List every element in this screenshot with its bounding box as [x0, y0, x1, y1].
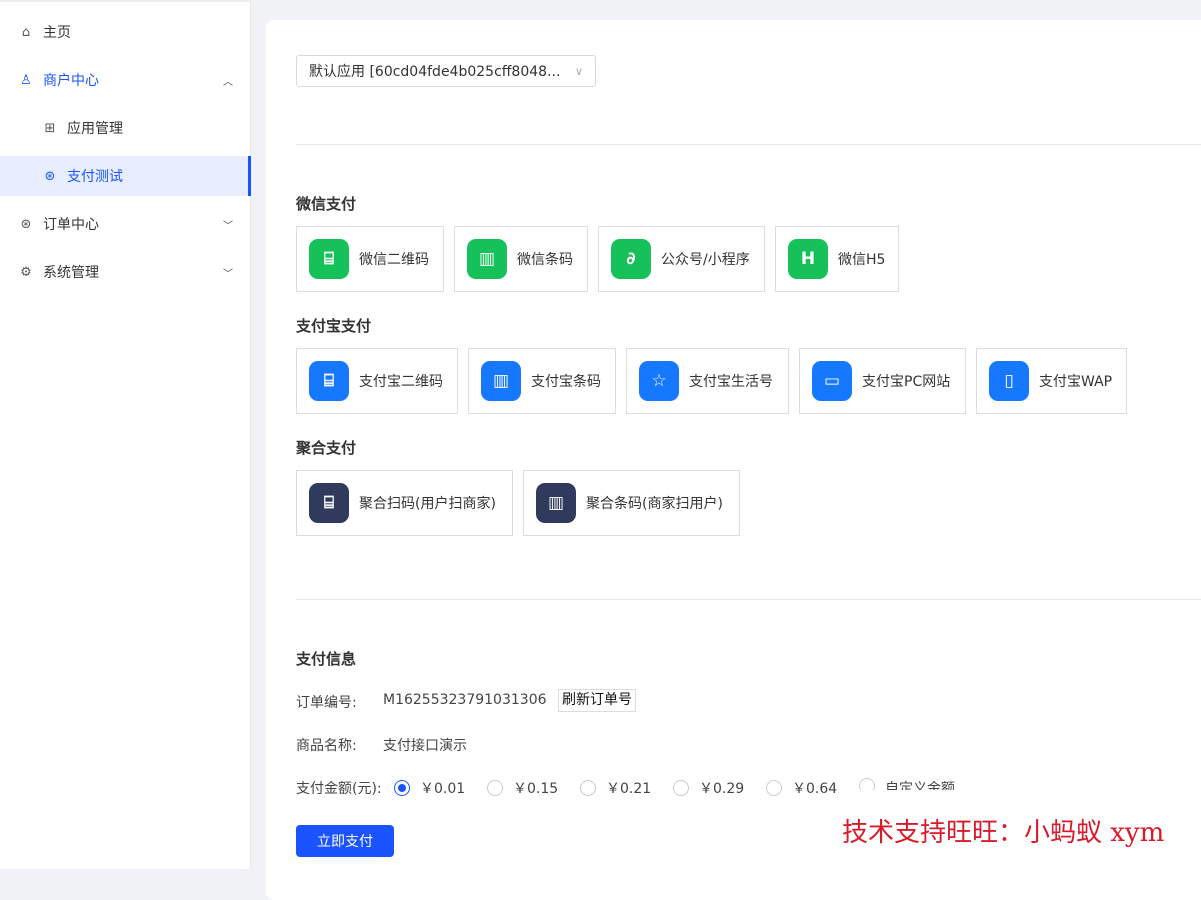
amount-radio[interactable]: ￥0.15 — [487, 778, 558, 798]
barcode-icon: ▥ — [536, 483, 576, 523]
sidebar-item-order-center[interactable]: ⊛ 订单中心 ﹀ — [0, 204, 251, 244]
qrcode-scan-icon: ⌸ — [309, 361, 349, 401]
alipay-barcode-button[interactable]: ▥ 支付宝条码 — [468, 348, 616, 414]
divider — [296, 599, 1201, 600]
amount-radio[interactable]: ￥0.29 — [673, 778, 744, 798]
alipay-pc-button[interactable]: ▭ 支付宝PC网站 — [799, 348, 966, 414]
amount-label: 支付金额(元): — [296, 781, 382, 797]
monitor-icon: ▭ — [812, 361, 852, 401]
product-name-label: 商品名称: — [296, 738, 357, 754]
sidebar-item-system-management[interactable]: ⚙ 系统管理 ﹀ — [0, 252, 251, 292]
payment-icon: ⊛ — [44, 168, 56, 184]
section-title-wechat: 微信支付 — [296, 195, 357, 213]
chevron-down-icon: ∨ — [574, 64, 583, 78]
section-title-aggregate: 聚合支付 — [296, 439, 357, 457]
amount-radio-custom[interactable]: 自定义金额 — [859, 778, 955, 790]
pay-now-button[interactable]: 立即支付 — [296, 825, 394, 857]
sidebar-item-payment-test[interactable]: ⊛ 支付测试 — [0, 156, 251, 196]
main-card — [266, 20, 1201, 900]
alipay-qr-button[interactable]: ⌸ 支付宝二维码 — [296, 348, 458, 414]
section-title-alipay: 支付宝支付 — [296, 317, 372, 335]
order-icon: ⊛ — [20, 216, 32, 232]
wechat-h5-button[interactable]: H 微信H5 — [775, 226, 899, 292]
chevron-down-icon: ﹀ — [223, 220, 233, 232]
sidebar: ⌂ 主页 ♙ 商户中心 ︿ ⊞ 应用管理 ⊛ 支付测试 ⊛ 订单中心 ﹀ ⚙ 系统管理 ﹀ — [0, 0, 251, 869]
watermark: 技术支持旺旺：小蚂蚁 xym — [842, 818, 1165, 848]
pay-info-title: 支付信息 — [296, 650, 357, 668]
app-select[interactable]: 默认应用 [60cd04fde4b025cff8048... ∨ — [296, 55, 596, 87]
qrcode-scan-icon: ⌸ — [309, 239, 349, 279]
divider — [296, 144, 1201, 145]
user-icon: ♙ — [20, 72, 32, 88]
wechat-barcode-button[interactable]: ▥ 微信条码 — [454, 226, 588, 292]
grid-icon: ⊞ — [44, 120, 56, 136]
refresh-order-button[interactable]: 刷新订单号 — [558, 689, 636, 712]
h5-icon: H — [788, 239, 828, 279]
alipay-life-button[interactable]: ☆ 支付宝生活号 — [626, 348, 789, 414]
wechat-jsapi-button[interactable]: ∂ 公众号/小程序 — [598, 226, 765, 292]
amount-radio[interactable]: ￥0.64 — [766, 778, 837, 798]
home-icon: ⌂ — [21, 24, 31, 40]
barcode-icon: ▥ — [467, 239, 507, 279]
amount-radio[interactable]: ￥0.21 — [580, 778, 651, 798]
sidebar-item-merchant-center[interactable]: ♙ 商户中心 ︿ — [0, 60, 251, 100]
amount-radio[interactable]: ￥0.01 — [394, 778, 465, 798]
barcode-icon: ▥ — [481, 361, 521, 401]
wechat-qr-button[interactable]: ⌸ 微信二维码 — [296, 226, 444, 292]
chevron-up-icon: ︿ — [223, 76, 233, 88]
aggregate-barcode-button[interactable]: ▥ 聚合条码(商家扫用户) — [523, 470, 740, 536]
star-badge-icon: ☆ — [639, 361, 679, 401]
order-no-label: 订单编号: — [296, 695, 357, 711]
sidebar-item-home[interactable]: ⌂ 主页 — [0, 12, 251, 52]
mobile-icon: ▯ — [989, 361, 1029, 401]
product-name-value: 支付接口演示 — [383, 738, 467, 754]
alipay-wap-button[interactable]: ▯ 支付宝WAP — [976, 348, 1127, 414]
aggregate-qr-button[interactable]: ⌸ 聚合扫码(用户扫商家) — [296, 470, 513, 536]
gear-icon: ⚙ — [20, 264, 32, 280]
qrcode-scan-icon: ⌸ — [309, 483, 349, 523]
chevron-down-icon: ﹀ — [223, 268, 233, 280]
sidebar-item-app-management[interactable]: ⊞ 应用管理 — [0, 108, 251, 148]
link-icon: ∂ — [611, 239, 651, 279]
order-no-value: M16255323791031306 — [383, 692, 547, 708]
